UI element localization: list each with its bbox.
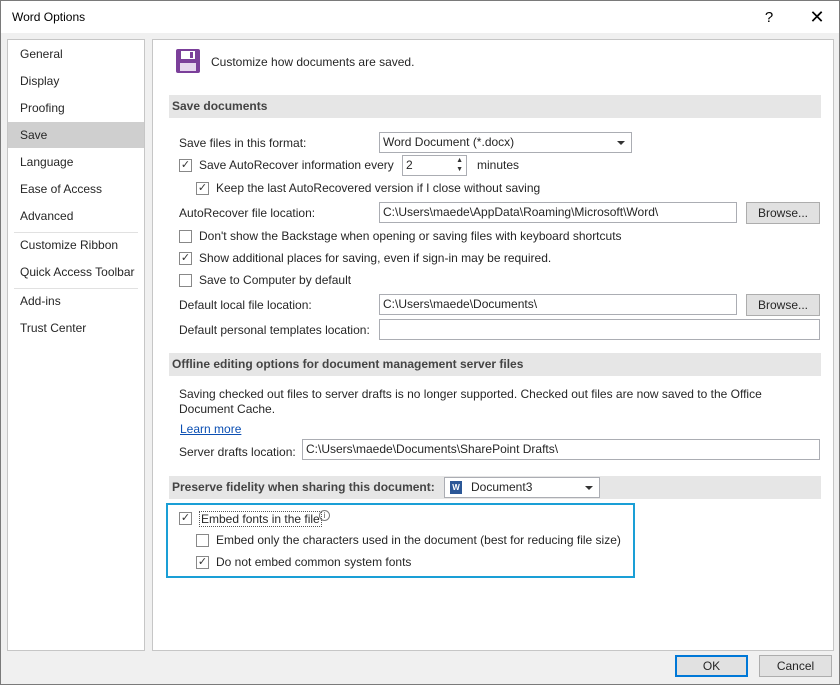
sidebar-item-trust-center[interactable]: Trust Center	[8, 315, 144, 341]
document-dropdown[interactable]: W Document3	[444, 477, 600, 498]
window-title: Word Options	[12, 10, 86, 24]
sidebar: General Display Proofing Save Language E…	[7, 39, 145, 651]
server-drafts-label: Server drafts location:	[179, 445, 296, 459]
word-document-icon: W	[450, 481, 462, 494]
cancel-button[interactable]: Cancel	[759, 655, 832, 677]
learn-more-link[interactable]: Learn more	[180, 422, 241, 436]
autorecover-minutes-spinner[interactable]: 2 ▲ ▼	[402, 155, 467, 176]
word-options-dialog: Word Options ? ✕ General Display Proofin…	[0, 0, 840, 685]
browse-default-local-button[interactable]: Browse...	[746, 294, 820, 316]
fidelity-title: Preserve fidelity when sharing this docu…	[172, 480, 435, 494]
autorecover-checkbox[interactable]: ✓	[179, 159, 192, 172]
close-button[interactable]: ✕	[797, 1, 837, 33]
sidebar-item-general[interactable]: General	[8, 41, 144, 67]
help-button[interactable]: ?	[749, 1, 789, 33]
sidebar-item-save[interactable]: Save	[8, 122, 144, 148]
autorecover-minutes-value: 2	[406, 158, 413, 172]
offline-info-text: Saving checked out files to server draft…	[179, 387, 762, 416]
default-local-field[interactable]: C:\Users\maede\Documents\	[379, 294, 737, 315]
save-icon	[176, 49, 200, 73]
title-bar: Word Options ? ✕	[1, 1, 839, 33]
format-dropdown[interactable]: Word Document (*.docx)	[379, 132, 632, 153]
sidebar-item-language[interactable]: Language	[8, 149, 144, 175]
embed-fonts-highlight-box	[166, 503, 635, 578]
format-dropdown-value: Word Document (*.docx)	[383, 135, 515, 149]
sidebar-item-ease-of-access[interactable]: Ease of Access	[8, 176, 144, 202]
sidebar-item-quick-access-toolbar[interactable]: Quick Access Toolbar	[8, 259, 144, 285]
backstage-checkbox[interactable]	[179, 230, 192, 243]
format-label: Save files in this format:	[179, 136, 307, 150]
templates-field[interactable]	[379, 319, 820, 340]
sidebar-item-customize-ribbon[interactable]: Customize Ribbon	[8, 232, 144, 258]
additional-places-checkbox[interactable]: ✓	[179, 252, 192, 265]
section-header-save-documents: Save documents	[169, 95, 821, 118]
save-computer-label: Save to Computer by default	[199, 273, 352, 287]
sidebar-item-proofing[interactable]: Proofing	[8, 95, 144, 121]
chevron-down-icon	[617, 141, 625, 145]
backstage-label: Don't show the Backstage when opening or…	[199, 229, 622, 243]
templates-label: Default personal templates location:	[179, 323, 370, 337]
keep-last-checkbox[interactable]: ✓	[196, 182, 209, 195]
autorecover-label: Save AutoRecover information every	[199, 158, 394, 172]
save-computer-checkbox[interactable]	[179, 274, 192, 287]
sidebar-item-add-ins[interactable]: Add-ins	[8, 288, 144, 314]
server-drafts-field[interactable]: C:\Users\maede\Documents\SharePoint Draf…	[302, 439, 820, 460]
chevron-down-icon	[585, 486, 593, 490]
ok-button[interactable]: OK	[675, 655, 748, 677]
browse-autorecover-button[interactable]: Browse...	[746, 202, 820, 224]
sidebar-item-display[interactable]: Display	[8, 68, 144, 94]
page-header-text: Customize how documents are saved.	[211, 55, 415, 69]
sidebar-item-advanced[interactable]: Advanced	[8, 203, 144, 229]
autorecover-location-label: AutoRecover file location:	[179, 206, 316, 220]
default-local-label: Default local file location:	[179, 298, 312, 312]
document-dropdown-value: Document3	[471, 480, 533, 494]
keep-last-label: Keep the last AutoRecovered version if I…	[216, 181, 541, 195]
minutes-label: minutes	[477, 158, 520, 172]
additional-places-label: Show additional places for saving, even …	[199, 251, 552, 265]
autorecover-location-field[interactable]: C:\Users\maede\AppData\Roaming\Microsoft…	[379, 202, 737, 223]
spinner-arrows-icon[interactable]: ▲ ▼	[456, 156, 463, 174]
section-header-offline: Offline editing options for document man…	[169, 353, 821, 376]
